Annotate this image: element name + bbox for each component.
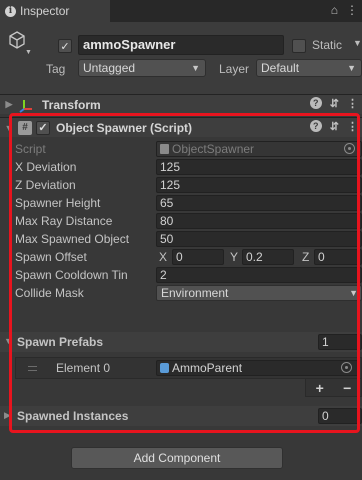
prop-max-spawned-objects: Max Spawned Object 50 <box>0 230 362 248</box>
menu-icon[interactable]: ⋮ <box>347 120 358 133</box>
spawn-prefabs-size-field[interactable]: 1 <box>318 334 362 350</box>
spawn-offset-z-field[interactable]: 0 <box>314 249 362 265</box>
static-label: Static <box>312 38 343 52</box>
gameobject-header: ▼ ✓ ammoSpawner Static ▼ Tag Untagged ▼ … <box>0 22 362 94</box>
layer-dropdown[interactable]: Default ▼ <box>256 59 362 77</box>
z-deviation-field[interactable]: 125 <box>156 177 362 193</box>
prop-x-deviation: X Deviation 125 <box>0 158 362 176</box>
element-object-field[interactable]: AmmoParent <box>156 360 359 376</box>
prop-label: Max Spawned Object <box>15 232 130 246</box>
prop-label: Spawn Cooldown Tin <box>15 268 128 282</box>
prop-z-deviation: Z Deviation 125 <box>0 176 362 194</box>
chevron-down-icon: ▼ <box>347 63 356 73</box>
chevron-down-icon: ▼ <box>191 63 200 73</box>
active-checkbox[interactable]: ✓ <box>58 39 72 53</box>
static-checkbox[interactable] <box>292 39 306 53</box>
tab-title: Inspector <box>20 4 70 18</box>
prop-max-ray-distance: Max Ray Distance 80 <box>0 212 362 230</box>
transform-title: Transform <box>42 97 101 112</box>
x-deviation-field[interactable]: 125 <box>156 159 362 175</box>
transform-header[interactable]: ▶ Transform ? ⇵ ⋮ <box>0 94 362 114</box>
component-enabled-checkbox[interactable]: ✓ <box>36 120 50 135</box>
help-icon[interactable]: ? <box>309 120 322 132</box>
object-spawner-title: Object Spawner (Script) <box>56 120 193 135</box>
add-element-button[interactable]: + <box>316 380 324 396</box>
prop-label: Spawn Offset <box>15 250 87 264</box>
tag-label: Tag <box>46 62 66 76</box>
fold-down-icon[interactable]: ▼ <box>2 123 16 133</box>
fold-right-icon[interactable]: ▶ <box>4 410 11 421</box>
info-icon: i <box>5 5 16 17</box>
spawned-instances-header[interactable]: ▶ Spawned Instances 0 <box>0 406 362 426</box>
prop-label: Script <box>15 142 46 156</box>
prop-label: X Deviation <box>15 160 77 174</box>
icon-dropdown-icon[interactable]: ▼ <box>25 49 32 56</box>
spawn-offset-vector: X 0 Y 0.2 Z 0 <box>156 249 362 265</box>
fold-down-icon[interactable]: ▼ <box>4 336 13 346</box>
add-component-button[interactable]: Add Component <box>71 447 283 469</box>
static-dropdown-icon[interactable]: ▼ <box>353 38 362 48</box>
chevron-down-icon: ▼ <box>349 288 358 298</box>
prop-label: Max Ray Distance <box>15 214 113 228</box>
max-ray-distance-field[interactable]: 80 <box>156 213 362 229</box>
layer-value: Default <box>261 61 300 75</box>
remove-element-button[interactable]: − <box>343 380 351 396</box>
axis-z-label[interactable]: Z <box>302 250 309 264</box>
spawn-offset-y-field[interactable]: 0.2 <box>242 249 294 265</box>
prop-label: Z Deviation <box>15 178 76 192</box>
object-picker-icon[interactable] <box>341 362 352 373</box>
script-field[interactable]: ObjectSpawner <box>156 141 362 157</box>
gameobject-name-field[interactable]: ammoSpawner <box>78 35 284 55</box>
prop-collide-mask: Collide Mask Environment ▼ <box>0 284 362 302</box>
prop-label: Spawner Height <box>15 196 101 210</box>
element-value: AmmoParent <box>172 361 243 375</box>
tab-inspector[interactable]: i Inspector <box>0 0 110 22</box>
menu-icon[interactable]: ⋮ <box>346 3 358 17</box>
menu-icon[interactable]: ⋮ <box>347 97 358 110</box>
prefab-icon <box>160 363 169 373</box>
element-label: Element 0 <box>56 361 111 375</box>
spawn-cooldown-time-field[interactable]: 2 <box>156 267 362 283</box>
collide-mask-dropdown[interactable]: Environment ▼ <box>156 285 362 301</box>
prop-label: Collide Mask <box>15 286 84 300</box>
spawn-offset-x-field[interactable]: 0 <box>172 249 224 265</box>
object-picker-icon[interactable] <box>344 143 355 154</box>
axis-y-label[interactable]: Y <box>230 250 238 264</box>
object-spawner-header[interactable]: ▼ # ✓ Object Spawner (Script) ? ⇵ ⋮ <box>0 117 362 137</box>
prop-spawn-cooldown-time: Spawn Cooldown Tin 2 <box>0 266 362 284</box>
tag-value: Untagged <box>83 61 136 75</box>
list-add-remove: + − <box>305 379 362 397</box>
prop-spawn-offset: Spawn Offset X 0 Y 0.2 Z 0 <box>0 248 362 266</box>
tag-dropdown[interactable]: Untagged ▼ <box>78 59 206 77</box>
lock-icon[interactable]: ⌂ <box>331 3 338 17</box>
prop-spawner-height: Spawner Height 65 <box>0 194 362 212</box>
layer-label: Layer <box>219 62 250 76</box>
tab-bar: i Inspector ⌂ ⋮ <box>0 0 362 22</box>
spawn-prefabs-label: Spawn Prefabs <box>17 335 104 349</box>
spawned-instances-size-field[interactable]: 0 <box>318 408 362 424</box>
transform-icon <box>19 99 32 113</box>
list-item: Element 0 AmmoParent <box>15 357 362 379</box>
help-icon[interactable]: ? <box>309 97 322 109</box>
cube-icon[interactable] <box>7 30 27 50</box>
properties: Script ObjectSpawner X Deviation 125 Z D… <box>0 140 362 302</box>
max-spawned-objects-field[interactable]: 50 <box>156 231 362 247</box>
collide-mask-value: Environment <box>161 286 229 300</box>
script-file-icon <box>160 144 169 154</box>
axis-x-label[interactable]: X <box>159 250 167 264</box>
preset-icon[interactable]: ⇵ <box>330 97 339 110</box>
script-value: ObjectSpawner <box>172 142 255 156</box>
spawned-instances-label: Spawned Instances <box>17 409 129 423</box>
spawner-height-field[interactable]: 65 <box>156 195 362 211</box>
drag-handle-icon[interactable] <box>28 366 37 371</box>
prop-script: Script ObjectSpawner <box>0 140 362 158</box>
fold-right-icon[interactable]: ▶ <box>2 99 16 110</box>
spawn-prefabs-header[interactable]: ▼ Spawn Prefabs 1 <box>0 332 362 352</box>
preset-icon[interactable]: ⇵ <box>330 120 339 133</box>
script-icon: # <box>18 120 32 135</box>
